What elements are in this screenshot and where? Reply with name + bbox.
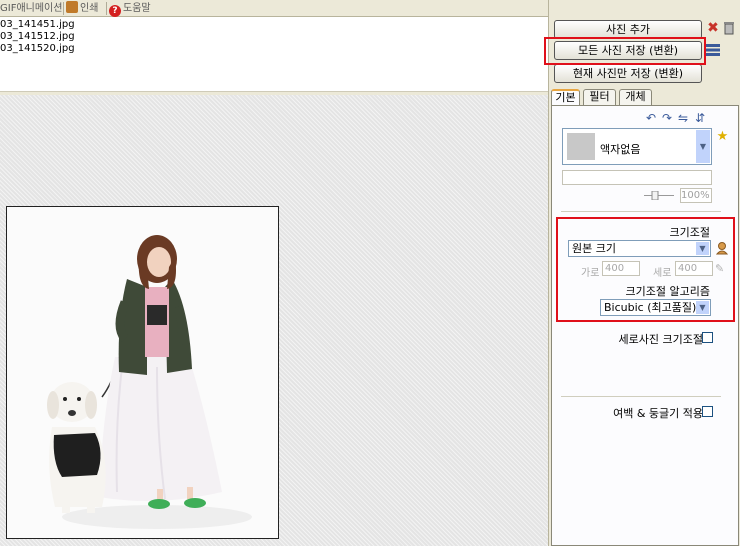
frame-select[interactable]: 액자없음 ▼ — [562, 128, 712, 165]
width-input[interactable]: 400 — [602, 261, 640, 276]
delete-icon[interactable]: ✖ — [706, 21, 720, 35]
photo-image — [7, 207, 278, 538]
photo-preview — [6, 206, 279, 539]
width-label: 가로 — [581, 268, 600, 279]
tab-divider — [63, 2, 64, 15]
chevron-down-icon[interactable]: ▼ — [696, 301, 709, 314]
vertical-resize-label: 세로사진 크기조절 — [618, 333, 703, 346]
trash-icon[interactable] — [723, 21, 735, 35]
save-all-button[interactable]: 모든 사진 저장 (변환) — [554, 41, 702, 60]
height-label: 세로 — [653, 268, 672, 279]
file-list-item[interactable]: 03_141520.jpg — [0, 43, 75, 55]
tab-print-label: 인쇄 — [80, 3, 99, 14]
panel-tabs: 기본 필터 개체 — [551, 89, 739, 106]
frame-option-bar — [562, 170, 712, 185]
resize-algorithm-label: 크기조절 알고리즘 — [625, 285, 710, 298]
flip-vertical-icon[interactable]: ⇵ — [694, 112, 706, 124]
file-list-item[interactable]: 03_141512.jpg — [0, 31, 75, 43]
file-list[interactable]: 03_141451.jpg 03_141512.jpg 03_141520.jp… — [0, 17, 548, 91]
right-panel: 사진 추가 ✖ 모든 사진 저장 (변환) 현재 사진만 저장 (변환) 기본 … — [548, 0, 740, 546]
add-photo-button[interactable]: 사진 추가 — [554, 20, 702, 39]
resize-algorithm-select[interactable]: Bicubic (최고품질) ▼ — [600, 299, 711, 316]
margin-round-checkbox[interactable] — [702, 406, 713, 417]
tab-gif-label: GIF애니메이션 — [0, 3, 63, 14]
rotate-right-icon[interactable]: ↷ — [661, 112, 673, 124]
printer-icon — [66, 1, 78, 13]
tab-filter[interactable]: 필터 — [583, 89, 616, 105]
height-input[interactable]: 400 — [675, 261, 713, 276]
tab-gif-animation[interactable]: GIF애니메이션 — [0, 1, 62, 16]
opacity-slider[interactable] — [644, 191, 674, 200]
section-divider — [561, 396, 721, 397]
opacity-percent: 100% — [680, 188, 712, 203]
favorite-star-icon[interactable]: ★ — [716, 130, 729, 143]
resize-label: 크기조절 — [669, 226, 710, 239]
section-divider — [561, 211, 721, 212]
frame-thumbnail — [567, 133, 595, 160]
tab-help[interactable]: ? 도움말 — [109, 1, 151, 17]
preview-canvas — [0, 95, 548, 546]
tab-basic[interactable]: 기본 — [551, 89, 580, 106]
rotate-left-icon[interactable]: ↶ — [645, 112, 657, 124]
save-current-button[interactable]: 현재 사진만 저장 (변환) — [554, 64, 702, 83]
resize-algorithm-value: Bicubic (최고품질) — [604, 301, 697, 314]
vertical-resize-checkbox[interactable] — [702, 332, 713, 343]
resize-mode-select[interactable]: 원본 크기 ▼ — [568, 240, 711, 257]
tab-print[interactable]: 인쇄 — [66, 1, 98, 16]
pencil-icon[interactable]: ✎ — [715, 263, 727, 275]
file-list-item[interactable]: 03_141451.jpg — [0, 19, 75, 31]
margin-round-label: 여백 & 둥글기 적용 — [613, 407, 703, 420]
frame-label: 액자없음 — [600, 143, 641, 156]
person-icon[interactable] — [715, 241, 729, 255]
list-icon[interactable] — [706, 44, 720, 56]
resize-mode-value: 원본 크기 — [572, 242, 616, 255]
help-icon: ? — [109, 5, 121, 17]
top-tab-strip: GIF애니메이션 인쇄 ? 도움말 — [0, 0, 548, 17]
tab-divider — [106, 2, 107, 15]
chevron-down-icon[interactable]: ▼ — [696, 130, 710, 163]
tab-help-label: 도움말 — [123, 3, 151, 14]
tab-object[interactable]: 개체 — [619, 89, 652, 105]
flip-horizontal-icon[interactable]: ⇋ — [677, 112, 689, 124]
chevron-down-icon[interactable]: ▼ — [696, 242, 709, 255]
